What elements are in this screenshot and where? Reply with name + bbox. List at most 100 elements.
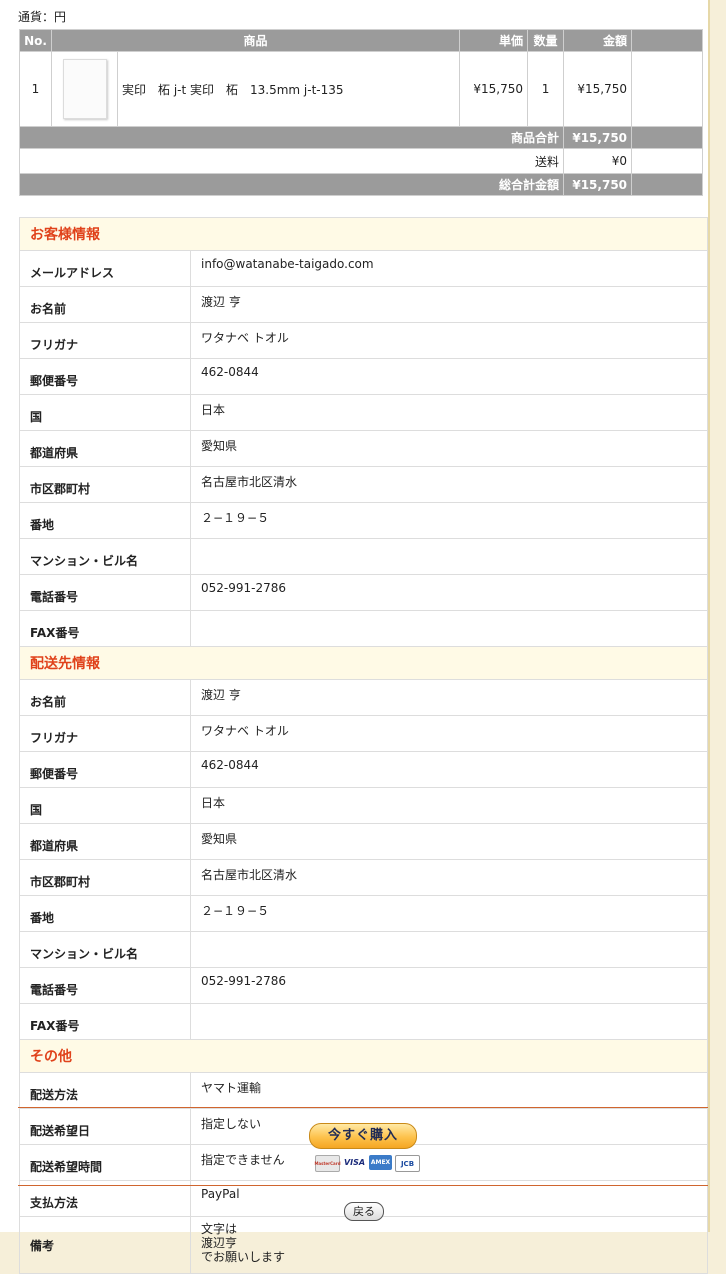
order-table: No. 商品 単価 数量 金額 1 実印 柘 j-t 実印 柘 13.5mm j… [18, 29, 704, 196]
header-amount: 金額 [563, 29, 633, 52]
field-value: 日本 [190, 394, 708, 431]
field-label: 都道府県 [19, 430, 191, 467]
shipping-field-row: 国日本 [19, 787, 708, 824]
header-qty: 数量 [527, 29, 565, 52]
field-label: 市区郡町村 [19, 859, 191, 896]
field-label: FAX番号 [19, 1003, 191, 1040]
field-value: 462-0844 [190, 358, 708, 395]
subtotal-blank [631, 126, 704, 149]
field-label: 番地 [19, 502, 191, 539]
other-field-row: 配送方法 ヤマト運輸 [19, 1072, 708, 1109]
memo-row: 備考 文字は 渡辺亨 でお願いします [19, 1216, 708, 1274]
customer-field-row: 市区郡町村 名古屋市北区清水 [19, 466, 708, 503]
header-no: No. [19, 29, 52, 52]
field-value: 052-991-2786 [190, 574, 708, 611]
field-label: 配送希望時間 [19, 1144, 191, 1181]
item-amount: ¥15,750 [563, 51, 633, 127]
shipping-field-row: FAX番号 [19, 1003, 708, 1040]
shipping-fee-blank [631, 148, 704, 174]
shipping-fee-row: 送料 ¥0 [18, 148, 704, 174]
item-unit-price: ¥15,750 [459, 51, 529, 127]
item-thumbnail-cell [51, 51, 118, 127]
header-product: 商品 [50, 29, 461, 52]
field-value: 愛知県 [190, 823, 708, 860]
divider [18, 1185, 708, 1186]
memo-label: 備考 [19, 1216, 191, 1274]
customer-field-row: メールアドレス info@watanabe-taigado.com [19, 250, 708, 287]
customer-field-row: フリガナ ワタナベ トオル [19, 322, 708, 359]
shipping-field-row: フリガナ ワタナベ トオル [19, 715, 708, 752]
field-label: 配送希望日 [19, 1108, 191, 1145]
header-unit-price: 単価 [459, 29, 529, 52]
field-value: 052-991-2786 [190, 967, 708, 1004]
customer-field-row: 国日本 [19, 394, 708, 431]
field-label: マンション・ビル名 [19, 931, 191, 968]
memo-line: 文字は [201, 1222, 238, 1236]
field-label: マンション・ビル名 [19, 538, 191, 575]
field-value: 愛知県 [190, 430, 708, 467]
info-panel: お客様情報 メールアドレス info@watanabe-taigado.com お名前… [19, 217, 708, 1274]
field-value: 462-0844 [190, 751, 708, 788]
shipping-field-row: 市区郡町村 名古屋市北区清水 [19, 859, 708, 896]
shipping-field-row: お名前 渡辺 亨 [19, 679, 708, 716]
field-value [190, 538, 708, 575]
field-value: info@watanabe-taigado.com [190, 250, 708, 287]
field-label: 市区郡町村 [19, 466, 191, 503]
item-name: 実印 柘 j-t 実印 柘 13.5mm j-t-135 [116, 51, 461, 127]
section-title: 配送先情報 [19, 646, 708, 680]
section-title: その他 [19, 1039, 708, 1073]
field-value: ２−１９−５ [190, 502, 708, 539]
field-label: 配送方法 [19, 1072, 191, 1109]
subtotal-value: ¥15,750 [563, 126, 633, 149]
shipping-field-row: 電話番号 052-991-2786 [19, 967, 708, 1004]
shipping-field-row: 番地 ２−１９−５ [19, 895, 708, 932]
item-no: 1 [19, 51, 52, 127]
currency-label: 通貨：円 [18, 10, 67, 24]
field-value [190, 1003, 708, 1040]
divider [18, 1107, 708, 1108]
field-label: 国 [19, 787, 191, 824]
field-value: 渡辺 亨 [190, 679, 708, 716]
shipping-field-row: 郵便番号 462-0844 [19, 751, 708, 788]
section-header-shipping: 配送先情報 [19, 646, 708, 680]
shipping-field-row: マンション・ビル名 [19, 931, 708, 968]
product-thumbnail[interactable] [62, 59, 107, 119]
amex-icon: AMEX [369, 1155, 392, 1170]
mastercard-icon: MasterCard [314, 1155, 341, 1172]
checkout-page: 通貨：円 No. 商品 単価 数量 金額 1 実印 柘 j-t 実印 柘 13.… [0, 0, 710, 1274]
field-value: ワタナベ トオル [190, 715, 708, 752]
field-value: 名古屋市北区清水 [190, 859, 708, 896]
payment-card-logos: MasterCard VISA AMEX JCB [314, 1155, 420, 1172]
field-value [190, 610, 708, 647]
field-value: 指定しない [190, 1108, 708, 1145]
field-value: 渡辺 亨 [190, 286, 708, 323]
memo-line: 渡辺亨 [201, 1236, 238, 1250]
field-value: 日本 [190, 787, 708, 824]
shipping-fee-value: ¥0 [563, 148, 633, 174]
header-blank [631, 29, 704, 52]
subtotal-row: 商品合計 ¥15,750 [18, 126, 704, 149]
item-blank [631, 51, 704, 127]
section-header-customer: お客様情報 [19, 217, 708, 251]
back-button[interactable]: 戻る [344, 1202, 384, 1221]
field-label: FAX番号 [19, 610, 191, 647]
customer-field-row: マンション・ビル名 [19, 538, 708, 575]
jcb-icon: JCB [395, 1155, 420, 1172]
field-label: 国 [19, 394, 191, 431]
shipping-fee-label: 送料 [18, 148, 565, 174]
field-label: 電話番号 [19, 967, 191, 1004]
customer-field-row: 郵便番号 462-0844 [19, 358, 708, 395]
field-value: ヤマト運輸 [190, 1072, 708, 1109]
field-label: 電話番号 [19, 574, 191, 611]
customer-field-row: 電話番号 052-991-2786 [19, 574, 708, 611]
field-value: ２−１９−５ [190, 895, 708, 932]
customer-field-row: 番地 ２−１９−５ [19, 502, 708, 539]
field-value [190, 931, 708, 968]
buy-now-button[interactable]: 今すぐ購入 [309, 1123, 417, 1149]
field-label: 郵便番号 [19, 358, 191, 395]
order-header-row: No. 商品 単価 数量 金額 [19, 29, 704, 52]
field-label: お名前 [19, 286, 191, 323]
section-title: お客様情報 [19, 217, 708, 251]
field-label: フリガナ [19, 322, 191, 359]
memo-value: 文字は 渡辺亨 でお願いします [190, 1216, 708, 1274]
